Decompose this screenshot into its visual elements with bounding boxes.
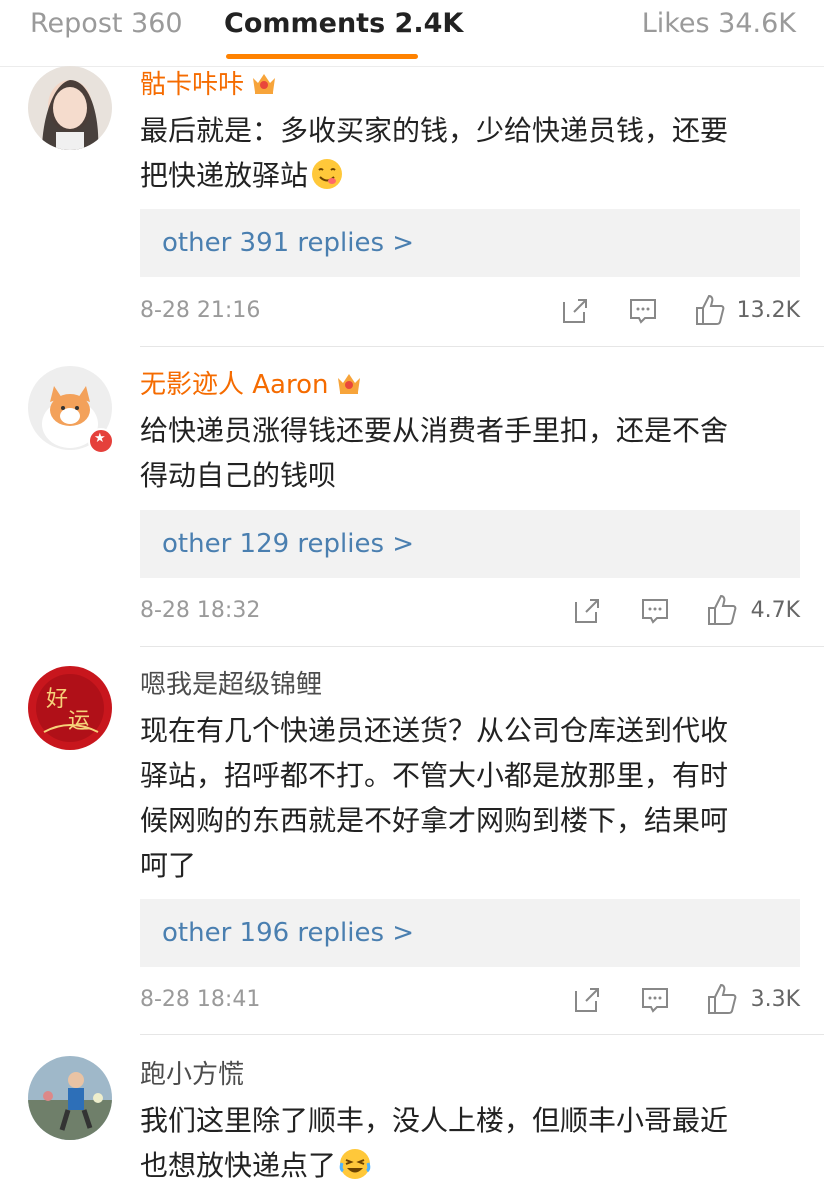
comment-time: 8-28 18:41	[140, 987, 261, 1012]
yum-emoji-icon	[312, 159, 343, 189]
divider	[140, 646, 824, 647]
like-icon[interactable]	[706, 981, 738, 1017]
tab-likes[interactable]: Likes 34.6K	[642, 4, 796, 44]
comment-icon[interactable]	[628, 292, 658, 328]
tab-repost[interactable]: Repost 360	[30, 4, 183, 44]
replies-link[interactable]: other 391 replies >	[140, 209, 800, 277]
replies-link[interactable]: other 129 replies >	[140, 510, 800, 578]
avatar[interactable]	[28, 66, 112, 150]
avatar[interactable]	[28, 1056, 112, 1140]
vip-crown-icon	[337, 374, 360, 394]
username[interactable]: 嗯我是超级锦鲤	[140, 668, 322, 702]
comment-time: 8-28 21:16	[140, 298, 261, 323]
tab-comments[interactable]: Comments 2.4K	[224, 4, 463, 44]
comment-meta: 8-28 21:16 13.2K	[140, 292, 800, 332]
crying-laughing-emoji-icon	[339, 1149, 371, 1179]
username[interactable]: 骷卡咔咔	[140, 68, 278, 102]
like-icon[interactable]	[706, 592, 738, 628]
svg-text:运: 运	[68, 709, 90, 734]
like-count: 13.2K	[736, 298, 800, 323]
comment-text: 最后就是：多收买家的钱，少给快递员钱，还要 把快递放驿站	[140, 114, 729, 192]
divider	[140, 346, 824, 347]
share-icon[interactable]	[572, 592, 602, 628]
comment-icon[interactable]	[640, 592, 670, 628]
comment-icon[interactable]	[640, 981, 670, 1017]
tab-bar: Repost 360 Comments 2.4K Likes 34.6K	[0, 0, 824, 67]
comment-meta: 8-28 18:32 4.7K	[140, 592, 800, 632]
share-icon[interactable]	[560, 292, 590, 328]
comment-text: 现在有几个快递员还送货？从公司仓库送到代收 驿站，招呼都不打。不管大小都是放那里…	[140, 714, 729, 882]
like-icon[interactable]	[694, 292, 726, 328]
like-count: 3.3K	[750, 987, 800, 1012]
divider	[140, 1034, 824, 1035]
svg-text:好: 好	[46, 687, 68, 712]
verified-badge-icon	[88, 428, 114, 454]
replies-link[interactable]: other 196 replies >	[140, 899, 800, 967]
comment-time: 8-28 18:32	[140, 598, 261, 623]
vip-crown-icon	[253, 74, 276, 94]
like-count: 4.7K	[750, 598, 800, 623]
comment-meta: 8-28 18:41 3.3K	[140, 981, 800, 1021]
avatar[interactable]: 好运	[28, 666, 112, 750]
active-tab-indicator	[226, 54, 418, 59]
share-icon[interactable]	[572, 981, 602, 1017]
username[interactable]: 无影迹人 Aaron	[140, 368, 363, 402]
username[interactable]: 跑小方慌	[140, 1058, 244, 1092]
comment-text: 我们这里除了顺丰，没人上楼，但顺丰小哥最近 也想放快递点了	[140, 1104, 729, 1182]
comment-text: 给快递员涨得钱还要从消费者手里扣，还是不舍 得动自己的钱呗	[140, 414, 729, 492]
